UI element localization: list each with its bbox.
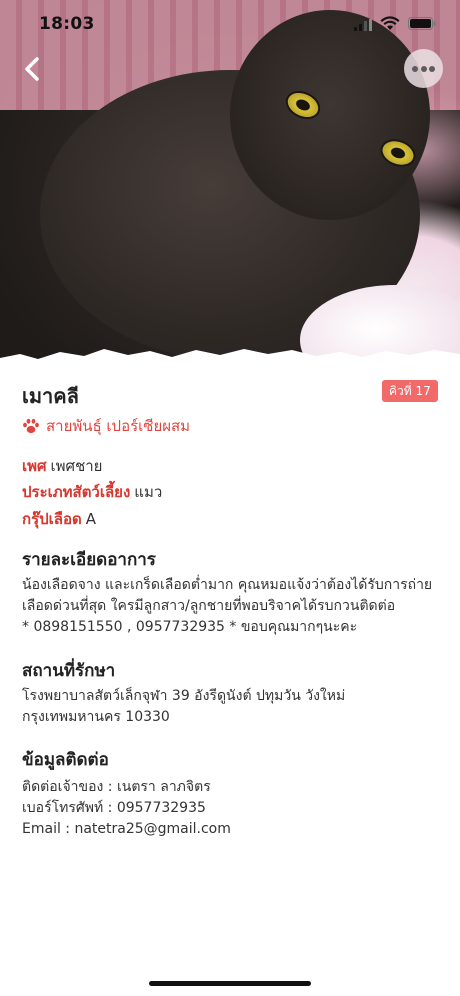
status-time: 18:03 bbox=[39, 14, 95, 34]
pet-name: เมาคลี bbox=[22, 384, 79, 408]
attr-value: A bbox=[85, 510, 96, 528]
battery-icon bbox=[408, 17, 436, 30]
attr-pet-type: ประเภทสัตว์เลี้ยง แมว bbox=[22, 480, 162, 504]
wifi-icon bbox=[380, 16, 400, 30]
attr-key: เพศ bbox=[22, 457, 47, 475]
contact-phone: เบอร์โทรศัพท์ : 0957732935 bbox=[22, 800, 206, 816]
contact-heading: ข้อมูลติดต่อ bbox=[22, 750, 109, 770]
attr-gender: เพศ เพศชาย bbox=[22, 454, 102, 478]
paw-icon bbox=[23, 418, 39, 434]
contact-text: ติดต่อเจ้าของ : เนตรา ลาภจิตร เบอร์โทรศั… bbox=[22, 777, 442, 840]
more-dot bbox=[429, 66, 435, 72]
text-line: * 0898151550 , 0957732935 * ขอบคุณมากๆนะ… bbox=[22, 619, 358, 635]
text-line: น้องเลือดจาง และเกร็ดเลือดต่ำมาก คุณหมอแ… bbox=[22, 577, 433, 593]
symptoms-text: น้องเลือดจาง และเกร็ดเลือดต่ำมาก คุณหมอแ… bbox=[22, 575, 442, 638]
breed-text: สายพันธุ์ เปอร์เซียผสม bbox=[46, 417, 191, 435]
text-line: กรุงเทพมหานคร 10330 bbox=[22, 709, 170, 725]
more-dot bbox=[420, 66, 427, 72]
queue-badge: คิวที่ 17 bbox=[382, 380, 438, 402]
symptoms-heading: รายละเอียดอาการ bbox=[22, 550, 156, 570]
more-horizontal-icon bbox=[412, 66, 418, 72]
attr-value: เพศชาย bbox=[50, 457, 103, 475]
status-bar: 18:03 bbox=[0, 0, 460, 48]
attr-value: แมว bbox=[134, 483, 163, 501]
attr-blood-type: กรุ๊ปเลือด A bbox=[22, 507, 96, 531]
location-text: โรงพยาบาลสัตว์เล็กจุฬา 39 อังรีดูนังต์ ป… bbox=[22, 686, 442, 728]
text-line: เลือดด่วนที่สุด ใครมีลูกสาว/ลูกชายที่พอบ… bbox=[22, 598, 396, 614]
attr-key: ประเภทสัตว์เลี้ยง bbox=[22, 483, 131, 501]
home-indicator bbox=[149, 981, 311, 986]
attr-key: กรุ๊ปเลือด bbox=[22, 510, 82, 528]
pet-breed: สายพันธุ์ เปอร์เซียผสม bbox=[22, 414, 190, 438]
back-button[interactable] bbox=[18, 54, 48, 84]
chevron-left-icon bbox=[25, 57, 39, 81]
more-options-button[interactable] bbox=[404, 49, 443, 88]
contact-email: Email : natetra25@gmail.com bbox=[22, 821, 231, 837]
torn-edge bbox=[0, 349, 460, 374]
contact-owner: ติดต่อเจ้าของ : เนตรา ลาภจิตร bbox=[22, 779, 211, 795]
text-line: โรงพยาบาลสัตว์เล็กจุฬา 39 อังรีดูนังต์ ป… bbox=[22, 688, 346, 704]
signal-icon bbox=[354, 19, 372, 31]
location-heading: สถานที่รักษา bbox=[22, 661, 116, 681]
pet-photo bbox=[0, 0, 460, 362]
